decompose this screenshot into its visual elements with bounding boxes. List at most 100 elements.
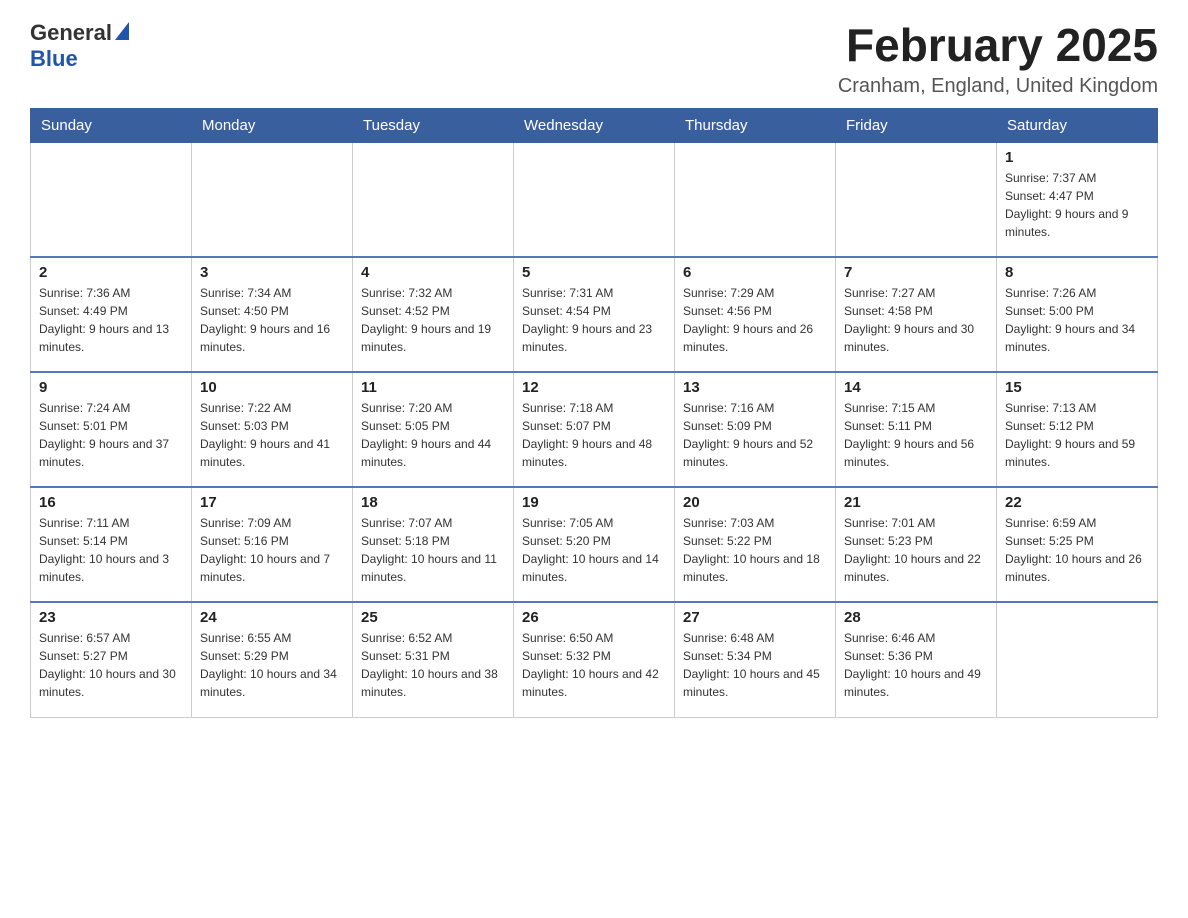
day-info: Sunrise: 7:27 AMSunset: 4:58 PMDaylight:… [844, 284, 988, 356]
day-number: 6 [683, 264, 827, 281]
day-number: 4 [361, 264, 505, 281]
weekday-header-wednesday: Wednesday [514, 108, 675, 142]
day-info: Sunrise: 7:01 AMSunset: 5:23 PMDaylight:… [844, 514, 988, 586]
calendar-cell: 20 Sunrise: 7:03 AMSunset: 5:22 PMDayligh… [675, 487, 836, 602]
day-number: 18 [361, 494, 505, 511]
day-number: 2 [39, 264, 183, 281]
location-title: Cranham, England, United Kingdom [838, 75, 1158, 98]
day-number: 22 [1005, 494, 1149, 511]
day-number: 25 [361, 609, 505, 626]
calendar-cell [31, 142, 192, 257]
calendar-cell [997, 602, 1158, 717]
day-number: 21 [844, 494, 988, 511]
day-number: 3 [200, 264, 344, 281]
day-number: 13 [683, 379, 827, 396]
calendar-cell: 4Sunrise: 7:32 AMSunset: 4:52 PMDaylight… [353, 257, 514, 372]
weekday-header-saturday: Saturday [997, 108, 1158, 142]
day-number: 27 [683, 609, 827, 626]
day-info: Sunrise: 7:18 AMSunset: 5:07 PMDaylight:… [522, 399, 666, 471]
day-info: Sunrise: 7:05 AMSunset: 5:20 PMDaylight:… [522, 514, 666, 586]
day-number: 28 [844, 609, 988, 626]
day-number: 15 [1005, 379, 1149, 396]
calendar-cell: 18 Sunrise: 7:07 AMSunset: 5:18 PMDayligh… [353, 487, 514, 602]
calendar-cell: 12 Sunrise: 7:18 AMSunset: 5:07 PMDayligh… [514, 372, 675, 487]
weekday-header-thursday: Thursday [675, 108, 836, 142]
day-number: 23 [39, 609, 183, 626]
calendar-cell [514, 142, 675, 257]
day-number: 26 [522, 609, 666, 626]
day-info: Sunrise: 7:03 AMSunset: 5:22 PMDaylight:… [683, 514, 827, 586]
calendar-cell: 27 Sunrise: 6:48 AMSunset: 5:34 PMDayligh… [675, 602, 836, 717]
weekday-header-friday: Friday [836, 108, 997, 142]
calendar-cell: 21 Sunrise: 7:01 AMSunset: 5:23 PMDayligh… [836, 487, 997, 602]
calendar-cell: 24 Sunrise: 6:55 AMSunset: 5:29 PMDayligh… [192, 602, 353, 717]
calendar-cell: 17Sunrise: 7:09 AMSunset: 5:16 PMDayligh… [192, 487, 353, 602]
logo-blue: Blue [30, 46, 78, 71]
day-info: Sunrise: 7:20 AMSunset: 5:05 PMDaylight:… [361, 399, 505, 471]
calendar-cell: 15 Sunrise: 7:13 AMSunset: 5:12 PMDayligh… [997, 372, 1158, 487]
day-info: Sunrise: 6:59 AMSunset: 5:25 PMDaylight:… [1005, 514, 1149, 586]
weekday-header-tuesday: Tuesday [353, 108, 514, 142]
calendar-cell: 14 Sunrise: 7:15 AMSunset: 5:11 PMDayligh… [836, 372, 997, 487]
day-number: 20 [683, 494, 827, 511]
day-number: 19 [522, 494, 666, 511]
day-info: Sunrise: 7:16 AMSunset: 5:09 PMDaylight:… [683, 399, 827, 471]
logo-general: General [30, 20, 112, 46]
day-info: Sunrise: 6:55 AMSunset: 5:29 PMDaylight:… [200, 629, 344, 701]
day-number: 10 [200, 379, 344, 396]
calendar-cell: 28 Sunrise: 6:46 AMSunset: 5:36 PMDayligh… [836, 602, 997, 717]
day-info: Sunrise: 7:26 AMSunset: 5:00 PMDaylight:… [1005, 284, 1149, 356]
day-number: 8 [1005, 264, 1149, 281]
calendar-cell: 5 Sunrise: 7:31 AMSunset: 4:54 PMDaylight… [514, 257, 675, 372]
calendar-cell: 26 Sunrise: 6:50 AMSunset: 5:32 PMDayligh… [514, 602, 675, 717]
day-info: Sunrise: 7:13 AMSunset: 5:12 PMDaylight:… [1005, 399, 1149, 471]
calendar-cell [353, 142, 514, 257]
calendar-cell [836, 142, 997, 257]
weekday-header-sunday: Sunday [31, 108, 192, 142]
calendar-cell: 3 Sunrise: 7:34 AMSunset: 4:50 PMDaylight… [192, 257, 353, 372]
calendar-cell: 13 Sunrise: 7:16 AMSunset: 5:09 PMDayligh… [675, 372, 836, 487]
page-header: General Blue February 2025 Cranham, Engl… [30, 20, 1158, 98]
week-row-3: 16 Sunrise: 7:11 AMSunset: 5:14 PMDayligh… [31, 487, 1158, 602]
week-row-2: 9Sunrise: 7:24 AMSunset: 5:01 PMDaylight… [31, 372, 1158, 487]
day-info: Sunrise: 7:07 AMSunset: 5:18 PMDaylight:… [361, 514, 505, 586]
day-number: 24 [200, 609, 344, 626]
calendar-cell: 10 Sunrise: 7:22 AMSunset: 5:03 PMDayligh… [192, 372, 353, 487]
calendar-cell: 22 Sunrise: 6:59 AMSunset: 5:25 PMDayligh… [997, 487, 1158, 602]
calendar-cell: 11 Sunrise: 7:20 AMSunset: 5:05 PMDayligh… [353, 372, 514, 487]
day-number: 1 [1005, 149, 1149, 166]
day-info: Sunrise: 7:37 AMSunset: 4:47 PMDaylight:… [1005, 169, 1149, 241]
title-block: February 2025 Cranham, England, United K… [838, 20, 1158, 98]
day-number: 11 [361, 379, 505, 396]
day-number: 9 [39, 379, 183, 396]
day-info: Sunrise: 6:52 AMSunset: 5:31 PMDaylight:… [361, 629, 505, 701]
calendar-cell: 23 Sunrise: 6:57 AMSunset: 5:27 PMDayligh… [31, 602, 192, 717]
calendar-cell: 25 Sunrise: 6:52 AMSunset: 5:31 PMDayligh… [353, 602, 514, 717]
day-number: 16 [39, 494, 183, 511]
day-info: Sunrise: 6:57 AMSunset: 5:27 PMDaylight:… [39, 629, 183, 701]
day-number: 5 [522, 264, 666, 281]
day-info: Sunrise: 6:46 AMSunset: 5:36 PMDaylight:… [844, 629, 988, 701]
week-row-0: 1 Sunrise: 7:37 AMSunset: 4:47 PMDaylight… [31, 142, 1158, 257]
weekday-header-monday: Monday [192, 108, 353, 142]
weekday-header-row: SundayMondayTuesdayWednesdayThursdayFrid… [31, 108, 1158, 142]
day-number: 14 [844, 379, 988, 396]
calendar-cell: 7Sunrise: 7:27 AMSunset: 4:58 PMDaylight… [836, 257, 997, 372]
day-number: 12 [522, 379, 666, 396]
month-title: February 2025 [838, 20, 1158, 71]
calendar-table: SundayMondayTuesdayWednesdayThursdayFrid… [30, 108, 1158, 718]
calendar-cell: 1 Sunrise: 7:37 AMSunset: 4:47 PMDaylight… [997, 142, 1158, 257]
day-info: Sunrise: 7:34 AMSunset: 4:50 PMDaylight:… [200, 284, 344, 356]
day-info: Sunrise: 6:48 AMSunset: 5:34 PMDaylight:… [683, 629, 827, 701]
day-info: Sunrise: 7:22 AMSunset: 5:03 PMDaylight:… [200, 399, 344, 471]
day-info: Sunrise: 7:11 AMSunset: 5:14 PMDaylight:… [39, 514, 183, 586]
day-info: Sunrise: 7:31 AMSunset: 4:54 PMDaylight:… [522, 284, 666, 356]
day-info: Sunrise: 7:15 AMSunset: 5:11 PMDaylight:… [844, 399, 988, 471]
calendar-cell [675, 142, 836, 257]
calendar-cell: 2 Sunrise: 7:36 AMSunset: 4:49 PMDaylight… [31, 257, 192, 372]
calendar-cell: 19 Sunrise: 7:05 AMSunset: 5:20 PMDayligh… [514, 487, 675, 602]
calendar-cell: 16 Sunrise: 7:11 AMSunset: 5:14 PMDayligh… [31, 487, 192, 602]
day-info: Sunrise: 7:09 AMSunset: 5:16 PMDaylight:… [200, 514, 344, 586]
day-info: Sunrise: 6:50 AMSunset: 5:32 PMDaylight:… [522, 629, 666, 701]
day-info: Sunrise: 7:36 AMSunset: 4:49 PMDaylight:… [39, 284, 183, 356]
